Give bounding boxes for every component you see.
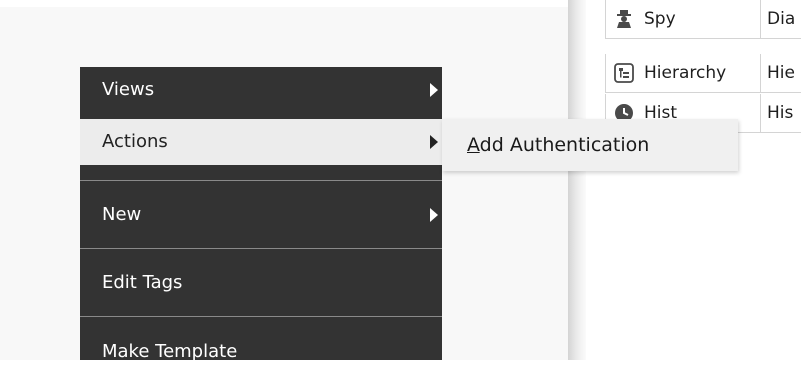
table-row[interactable]: Spy Dia	[605, 0, 801, 39]
spy-icon	[617, 10, 631, 28]
submenu-arrow-icon	[430, 208, 438, 222]
row-label: Hierarchy	[644, 63, 727, 83]
row-label: Spy	[644, 9, 676, 29]
menu-separator	[80, 180, 442, 181]
menu-item-label: Edit Tags	[102, 272, 183, 293]
pane-divider[interactable]	[568, 0, 586, 360]
top-strip	[0, 0, 568, 7]
menu-item-edit-tags[interactable]: Edit Tags	[80, 260, 442, 306]
hierarchy-icon	[614, 63, 634, 83]
menu-item-label: Make Template	[102, 341, 238, 362]
context-menu: Views Actions New Edit Tags Make Templat…	[80, 67, 442, 362]
menu-item-actions[interactable]: Actions	[80, 119, 442, 165]
table-cell-type: Dia	[760, 0, 801, 38]
menu-item-views[interactable]: Views	[80, 67, 442, 113]
submenu-item-label: Add Authentication	[467, 119, 649, 171]
table-cell-type: His	[760, 94, 801, 132]
table-cell-name: Hierarchy	[605, 54, 761, 92]
menu-item-label: Views	[102, 79, 155, 100]
menu-item-make-template[interactable]: Make Template	[80, 329, 442, 375]
menu-item-label: New	[102, 204, 142, 225]
submenu-arrow-icon	[430, 135, 438, 149]
table-cell-name: Spy	[605, 0, 761, 38]
menu-separator	[80, 316, 442, 317]
submenu-arrow-icon	[430, 83, 438, 97]
menu-separator	[80, 248, 442, 249]
actions-submenu: Add Authentication	[442, 119, 738, 171]
menu-item-add-authentication[interactable]: Add Authentication	[442, 119, 738, 171]
mnemonic-letter: A	[467, 134, 480, 156]
submenu-item-text: dd Authentication	[479, 134, 650, 156]
menu-item-new[interactable]: New	[80, 192, 442, 238]
table-row[interactable]: Hierarchy Hie	[605, 54, 801, 93]
table-cell-type: Hie	[760, 54, 801, 92]
menu-item-label: Actions	[102, 131, 168, 152]
